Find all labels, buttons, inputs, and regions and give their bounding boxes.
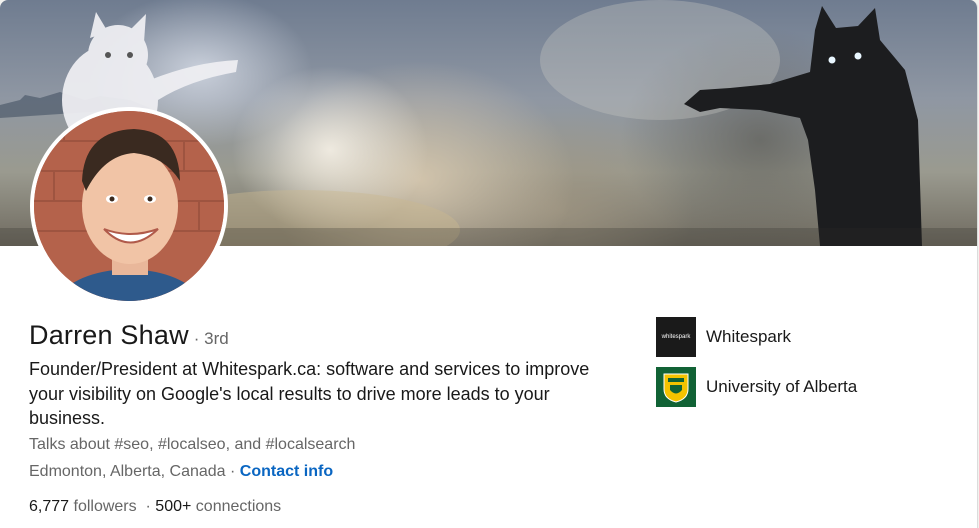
talks-about: Talks about #seo, #localseo, and #locals… (29, 436, 356, 453)
profile-card: Darren Shaw · 3rd Founder/President at W… (0, 0, 978, 528)
org-name: Whitespark (706, 327, 792, 346)
person-portrait (34, 111, 224, 301)
avatar (34, 111, 224, 301)
followers-link[interactable]: 6,777 followers (29, 498, 137, 515)
profile-photo[interactable] (30, 107, 228, 305)
followers-label: followers (69, 498, 137, 515)
profile-name: Darren Shaw (29, 320, 189, 350)
separator: · (136, 498, 156, 515)
university-of-alberta-crest (656, 367, 696, 407)
location: Edmonton, Alberta, Canada (29, 463, 226, 480)
whitespark-logo: whitespark (656, 317, 696, 357)
org-university-of-alberta[interactable]: University of Alberta (656, 367, 857, 407)
network-stats: 6,777 followers · 500+ connections (29, 498, 281, 516)
followers-count: 6,777 (29, 498, 70, 515)
connection-degree: · 3rd (193, 329, 229, 348)
connections-link[interactable]: 500+ connections (155, 498, 281, 515)
connections-label: connections (191, 498, 282, 515)
connections-count: 500+ (155, 498, 192, 515)
org-name: University of Alberta (706, 377, 858, 396)
org-whitespark[interactable]: whitespark Whitespark (656, 317, 791, 357)
name-row: Darren Shaw · 3rd (29, 320, 229, 351)
separator: · (225, 463, 240, 480)
crest-icon (663, 373, 689, 403)
location-row: Edmonton, Alberta, Canada · Contact info (29, 463, 333, 481)
contact-info-link[interactable]: Contact info (240, 463, 333, 480)
profile-headline: Founder/President at Whitespark.ca: soft… (29, 359, 590, 428)
